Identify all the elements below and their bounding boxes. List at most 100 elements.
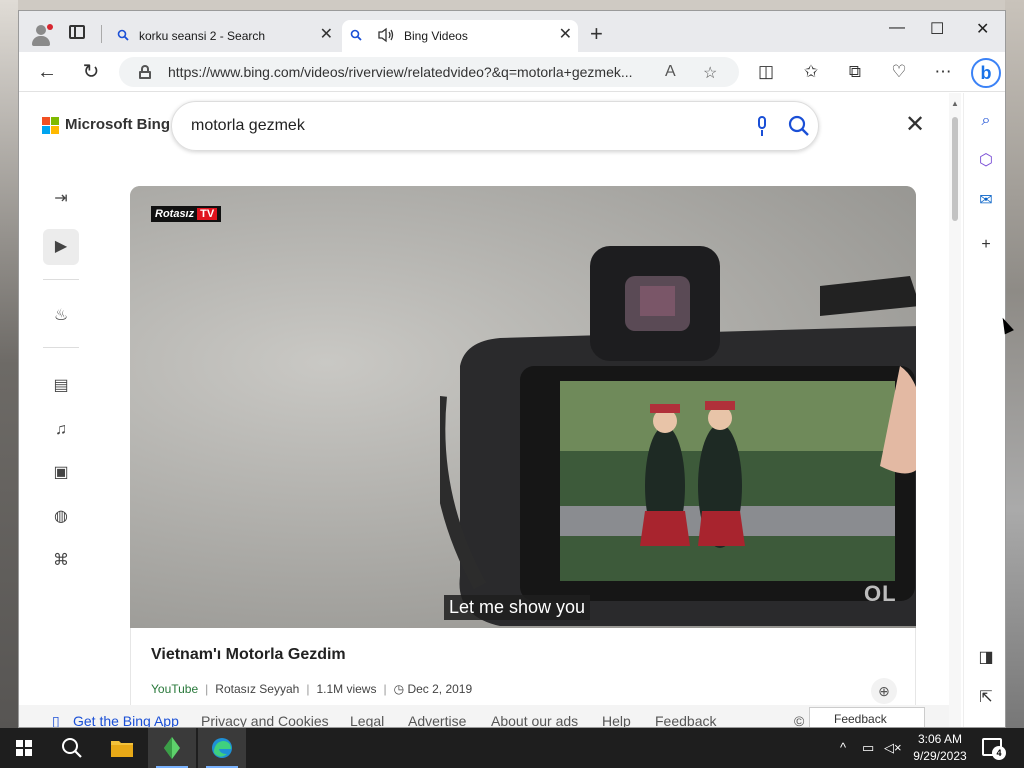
video-player[interactable]: Rotasız TV Let me show you OL bbox=[130, 186, 916, 628]
tab-bing-videos[interactable]: Bing Videos ✕ bbox=[342, 20, 578, 52]
video-views: 1.1M views bbox=[316, 682, 377, 696]
subscribe-watermark: OL bbox=[864, 581, 897, 606]
start-button[interactable] bbox=[0, 728, 48, 768]
logo-text: Microsoft Bing bbox=[65, 116, 170, 133]
get-bing-app-link[interactable]: Get the Bing App bbox=[73, 713, 179, 727]
outlook-icon[interactable]: ✉ bbox=[974, 189, 998, 213]
show-hidden-icons-icon[interactable]: ^ bbox=[840, 740, 846, 755]
search-box[interactable]: motorla gezmek bbox=[171, 101, 819, 151]
globe-icon[interactable]: ⊕ bbox=[871, 678, 897, 704]
channel-logo: Rotasız TV bbox=[151, 206, 222, 222]
copyright-text: © bbox=[794, 713, 805, 728]
desktop-background bbox=[0, 0, 1024, 10]
address-bar[interactable]: https://www.bing.com/videos/riverview/re… bbox=[119, 57, 739, 87]
expand-sidebar-icon[interactable]: ⇥ bbox=[43, 181, 79, 217]
add-icon[interactable]: + bbox=[974, 233, 998, 257]
windows-logo-icon bbox=[16, 740, 32, 756]
copilot-apps-icon[interactable]: ⬡ bbox=[974, 149, 998, 173]
divider bbox=[101, 25, 102, 43]
search-icon bbox=[62, 738, 82, 758]
browser-essentials-icon[interactable]: ♡ bbox=[889, 62, 909, 82]
volume-muted-icon[interactable]: ◁× bbox=[884, 740, 902, 756]
tab-close-icon[interactable]: ✕ bbox=[320, 27, 333, 43]
privacy-link[interactable]: Privacy and Cookies bbox=[201, 713, 329, 727]
windows-taskbar: ^ ▭ ◁× 3:06 AM 9/29/2023 4 bbox=[0, 728, 1024, 768]
search-icon[interactable]: ⌕ bbox=[974, 109, 998, 133]
video-meta: YouTube | Rotasız Seyyah | 1.1M views | ◷ Dec … bbox=[151, 682, 473, 696]
channel-logo-tv: TV bbox=[197, 208, 218, 220]
close-window-button[interactable]: ✕ bbox=[976, 19, 989, 39]
favorite-star-icon[interactable]: ☆ bbox=[703, 63, 717, 83]
microphone-icon[interactable] bbox=[756, 116, 768, 138]
feedback-link[interactable]: Feedback bbox=[655, 713, 716, 727]
split-screen-icon[interactable]: ◫ bbox=[756, 62, 776, 82]
channel-logo-text: Rotasız bbox=[155, 208, 195, 220]
external-link-icon[interactable]: ⇱ bbox=[974, 686, 998, 710]
clock-icon: ◷ bbox=[393, 682, 405, 696]
url-text[interactable]: https://www.bing.com/videos/riverview/re… bbox=[168, 64, 648, 80]
favorites-icon[interactable]: ✩ bbox=[801, 62, 821, 82]
music-note-icon[interactable]: ♫ bbox=[43, 412, 79, 448]
search-button[interactable] bbox=[48, 728, 96, 768]
notification-count-badge: 4 bbox=[992, 746, 1006, 760]
folder-icon bbox=[111, 741, 133, 757]
system-clock[interactable]: 3:06 AM 9/29/2023 bbox=[907, 731, 973, 765]
profile-avatar-icon[interactable] bbox=[31, 24, 53, 46]
feedback-button[interactable]: Feedback bbox=[809, 707, 925, 727]
tab-search[interactable]: korku seansi 2 - Search ✕ bbox=[109, 20, 339, 52]
tab-label: korku seansi 2 - Search bbox=[139, 29, 266, 43]
sports-ball-icon[interactable]: ◍ bbox=[43, 499, 79, 535]
refresh-icon[interactable]: ↻ bbox=[80, 61, 102, 83]
help-link[interactable]: Help bbox=[602, 713, 631, 727]
browser-window: korku seansi 2 - Search ✕ Bing Videos ✕ … bbox=[18, 10, 1006, 728]
clock-date: 9/29/2023 bbox=[913, 749, 967, 763]
movies-clapper-icon[interactable]: ▤ bbox=[43, 368, 79, 404]
tab-label: Bing Videos bbox=[404, 29, 468, 43]
clock-time: 3:06 AM bbox=[917, 732, 963, 746]
lock-icon[interactable] bbox=[139, 65, 151, 79]
search-icon[interactable] bbox=[788, 115, 810, 137]
sidebar-toggle-icon[interactable]: ◨ bbox=[974, 646, 998, 670]
close-viewer-button[interactable]: ✕ bbox=[905, 113, 925, 137]
search-input[interactable]: motorla gezmek bbox=[191, 117, 305, 135]
video-title[interactable]: Vietnam'ı Motorla Gezdim bbox=[151, 646, 346, 664]
news-icon[interactable]: ▣ bbox=[43, 455, 79, 491]
scrollbar-thumb[interactable] bbox=[952, 117, 958, 221]
page-scrollbar[interactable]: ▲ bbox=[949, 93, 961, 727]
minimize-button[interactable]: — bbox=[889, 19, 905, 37]
copilot-icon[interactable]: b bbox=[971, 58, 1001, 88]
divider bbox=[43, 347, 79, 348]
new-tab-button[interactable]: + bbox=[590, 23, 603, 45]
phone-icon: ▯ bbox=[52, 713, 60, 728]
desktop-background-right bbox=[1005, 0, 1024, 728]
title-bar: korku seansi 2 - Search ✕ Bing Videos ✕ … bbox=[19, 11, 1005, 52]
about-ads-link[interactable]: About our ads bbox=[491, 713, 578, 727]
scroll-up-arrow-icon[interactable]: ▲ bbox=[951, 99, 959, 108]
gaming-controller-icon[interactable]: ⌘ bbox=[43, 543, 79, 579]
app-icon bbox=[164, 737, 180, 759]
video-caption: Let me show you bbox=[444, 595, 591, 620]
video-channel: Rotasız Seyyah bbox=[215, 682, 300, 696]
back-arrow-icon[interactable]: ← bbox=[36, 61, 58, 83]
edge-browser-button[interactable] bbox=[198, 728, 246, 768]
speaker-icon[interactable] bbox=[377, 27, 395, 43]
video-source-link[interactable]: YouTube bbox=[151, 682, 198, 696]
collections-icon[interactable]: ⧉ bbox=[845, 62, 865, 82]
bing-videos-page: Microsoft Bing motorla gezmek ✕ ⇥ ▶ ♨ ▤ … bbox=[19, 93, 949, 728]
tab-close-icon[interactable]: ✕ bbox=[559, 27, 572, 43]
advertise-link[interactable]: Advertise bbox=[408, 713, 466, 727]
maximize-button[interactable]: ☐ bbox=[930, 19, 944, 39]
legal-link[interactable]: Legal bbox=[350, 713, 384, 727]
network-icon[interactable]: ▭ bbox=[862, 740, 874, 756]
address-toolbar: ← ↻ https://www.bing.com/videos/rivervie… bbox=[19, 52, 1005, 92]
trending-flame-icon[interactable]: ♨ bbox=[43, 298, 79, 334]
file-explorer-button[interactable] bbox=[98, 728, 146, 768]
read-aloud-icon[interactable]: A bbox=[665, 63, 676, 81]
video-player-icon[interactable]: ▶ bbox=[43, 229, 79, 265]
app-button[interactable] bbox=[148, 728, 196, 768]
search-icon bbox=[350, 29, 362, 41]
video-date: Dec 2, 2019 bbox=[407, 682, 473, 696]
divider bbox=[43, 279, 79, 280]
tab-actions-icon[interactable] bbox=[69, 25, 85, 39]
more-options-icon[interactable]: ⋯ bbox=[933, 62, 953, 82]
